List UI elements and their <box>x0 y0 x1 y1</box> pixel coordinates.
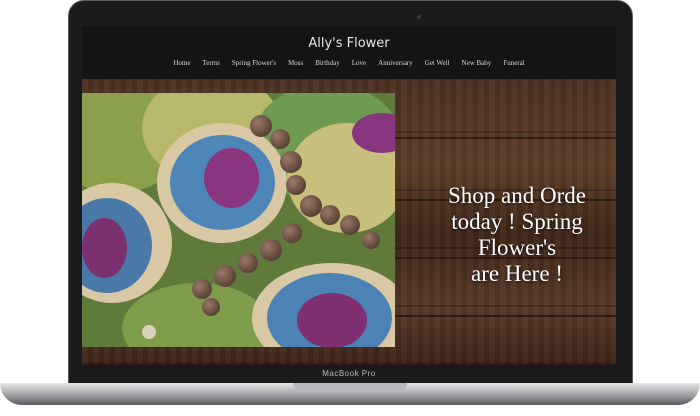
laptop-notch <box>293 383 407 391</box>
hero-headline-line: are Here ! <box>471 261 563 286</box>
nav-item-funeral[interactable]: Funeral <box>497 59 530 67</box>
laptop-screen: Ally's Flower Home Terms Spring Flower's… <box>82 26 616 365</box>
hero-headline-line: Shop and Orde <box>448 183 586 208</box>
nav-item-anniversary[interactable]: Anniversary <box>372 59 419 67</box>
site-title[interactable]: Ally's Flower <box>82 36 616 51</box>
wood-plank-seam <box>394 137 616 139</box>
nav-item-new-baby[interactable]: New Baby <box>456 59 498 67</box>
nav-item-moss[interactable]: Moss <box>282 59 309 67</box>
hero-headline-line: today ! Spring <box>451 209 583 234</box>
nav-item-terms[interactable]: Terms <box>196 59 225 67</box>
site-header: Ally's Flower Home Terms Spring Flower's… <box>82 26 616 79</box>
hero-banner: Shop and Orde today ! Spring Flower's ar… <box>82 79 616 365</box>
camera-icon <box>417 15 421 19</box>
nav-item-spring-flowers[interactable]: Spring Flower's <box>226 59 282 67</box>
hero-headline: Shop and Orde today ! Spring Flower's ar… <box>412 183 616 287</box>
moss-art-image <box>82 93 395 347</box>
hero-headline-line: Flower's <box>477 235 557 260</box>
nav-item-get-well[interactable]: Get Well <box>419 59 456 67</box>
nav-item-love[interactable]: Love <box>346 59 372 67</box>
wood-plank-seam <box>394 315 616 317</box>
device-model-label: MacBook Pro <box>322 369 376 378</box>
nav-item-birthday[interactable]: Birthday <box>309 59 346 67</box>
main-nav: Home Terms Spring Flower's Moss Birthday… <box>82 59 616 67</box>
nav-item-home[interactable]: Home <box>167 59 196 67</box>
